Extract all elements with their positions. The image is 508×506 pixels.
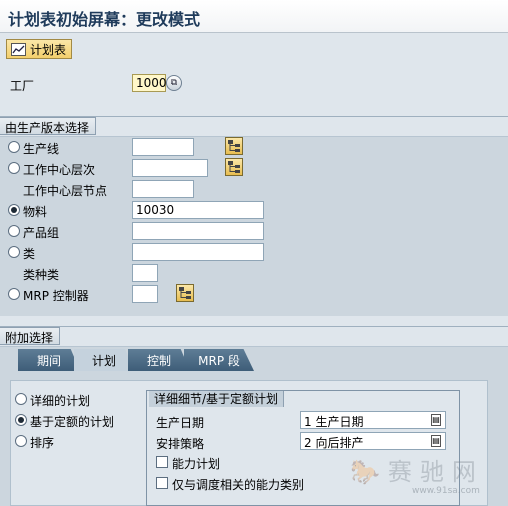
radio-mrp-controller[interactable] <box>8 288 20 300</box>
class-input[interactable] <box>132 243 264 261</box>
work-center-hierarchy-input[interactable] <box>132 159 208 177</box>
hierarchy-icon[interactable] <box>225 137 243 155</box>
label-sequencing: 排序 <box>30 436 55 450</box>
section-additional-title: 附加选择 <box>0 327 61 345</box>
tab-period[interactable]: 期间 <box>18 349 80 371</box>
plan-button[interactable]: 计划表 <box>6 39 73 59</box>
label-product-group: 产品组 <box>23 226 60 240</box>
radio-work-center-hierarchy[interactable] <box>8 162 20 174</box>
radio-class[interactable] <box>8 246 20 258</box>
production-line-input[interactable] <box>132 138 194 156</box>
watermark-logo: 🐎赛驰网 <box>350 458 484 486</box>
label-rate-based-plan: 基于定额的计划 <box>30 415 115 429</box>
scheduling-select[interactable]: 2 向后排产 <box>300 432 446 450</box>
application-toolbar: 计划表 <box>0 33 508 63</box>
plan-button-label: 计划表 <box>30 42 67 57</box>
label-scheduling-capacity: 仅与调度相关的能力类别 <box>172 478 305 492</box>
class-type-input[interactable] <box>132 264 158 282</box>
product-group-input[interactable] <box>132 222 264 240</box>
dropdown-icon[interactable]: ▤ <box>431 435 441 447</box>
material-input[interactable]: 10030 <box>132 201 264 219</box>
label-material: 物料 <box>23 205 48 219</box>
hierarchy-icon[interactable] <box>225 158 243 176</box>
tab-control[interactable]: 控制 <box>128 349 190 371</box>
label-capacity-planning: 能力计划 <box>172 457 221 471</box>
radio-production-line[interactable] <box>8 141 20 153</box>
label-class: 类 <box>23 247 36 261</box>
page-title: 计划表初始屏幕：更改模式 <box>8 10 201 29</box>
group-title: 详细细节/基于定额计划 <box>149 391 285 407</box>
dropdown-icon[interactable]: ▤ <box>431 414 441 426</box>
production-date-value: 1 生产日期 <box>304 415 364 429</box>
chart-icon <box>11 42 26 56</box>
section-divider <box>0 326 508 327</box>
checkbox-scheduling-capacity[interactable] <box>156 477 168 489</box>
tab-mrp-segment[interactable]: MRP 段 <box>184 349 254 371</box>
label-production-line: 生产线 <box>23 142 60 156</box>
mrp-controller-input[interactable] <box>132 285 158 303</box>
radio-rate-based-plan[interactable] <box>15 414 27 426</box>
plant-input[interactable]: 1000 <box>132 74 167 92</box>
label-detailed-plan: 详细的计划 <box>30 394 91 408</box>
title-bar: 计划表初始屏幕：更改模式 <box>0 0 508 33</box>
label-production-date: 生产日期 <box>156 416 205 430</box>
scheduling-value: 2 向后排产 <box>304 436 364 450</box>
radio-sequencing[interactable] <box>15 435 27 447</box>
label-class-type: 类种类 <box>23 268 60 282</box>
tab-plan[interactable]: 计划 <box>74 349 134 371</box>
hierarchy-icon[interactable] <box>176 284 194 302</box>
radio-product-group[interactable] <box>8 225 20 237</box>
work-center-node-input[interactable] <box>132 180 194 198</box>
radio-material[interactable] <box>8 204 20 216</box>
tab-strip: 期间 计划 控制 MRP 段 <box>0 349 508 371</box>
label-mrp-controller: MRP 控制器 <box>23 289 89 303</box>
plant-label: 工厂 <box>10 79 35 93</box>
production-date-select[interactable]: 1 生产日期 <box>300 411 446 429</box>
radio-detailed-plan[interactable] <box>15 393 27 405</box>
label-work-center-hierarchy: 工作中心层次 <box>23 163 96 177</box>
value-help-icon[interactable]: ⧉ <box>166 75 182 91</box>
section-version-title: 由生产版本选择 <box>0 117 97 135</box>
label-scheduling: 安排策略 <box>156 437 205 451</box>
label-work-center-node: 工作中心层节点 <box>23 184 108 198</box>
watermark-url: www.91sa.com <box>412 486 480 496</box>
checkbox-capacity-planning[interactable] <box>156 456 168 468</box>
